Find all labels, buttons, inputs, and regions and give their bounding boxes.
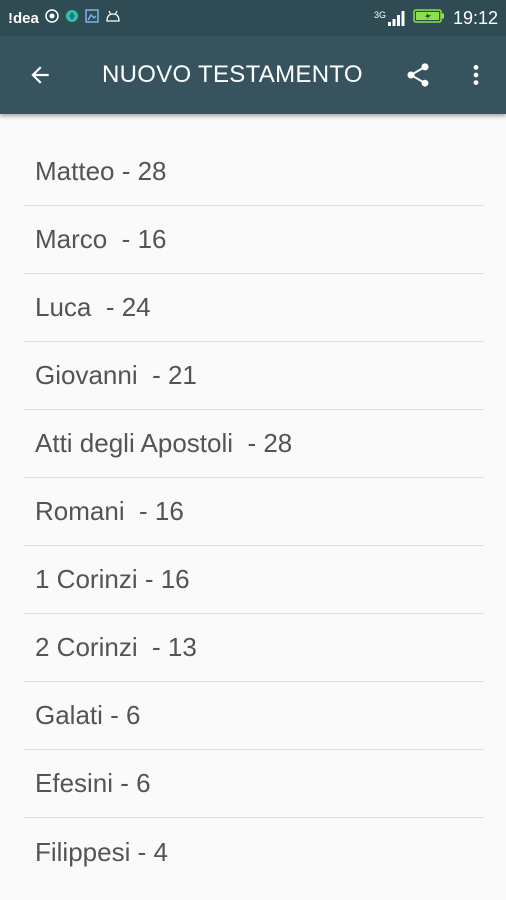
share-icon xyxy=(407,63,429,87)
book-label: Giovanni - 21 xyxy=(35,360,197,390)
book-item-filippesi[interactable]: Filippesi - 4 xyxy=(24,818,484,886)
status-right: 3G 19:12 xyxy=(374,8,498,29)
network-type-label: 3G xyxy=(373,10,386,20)
arrow-back-icon xyxy=(31,66,49,84)
book-item-matteo[interactable]: Matteo - 28 xyxy=(24,138,484,206)
location-icon xyxy=(45,8,59,28)
battery-icon xyxy=(413,8,445,29)
status-left: !dea xyxy=(8,8,121,28)
book-list: Matteo - 28 Marco - 16 Luca - 24 Giovann… xyxy=(24,138,484,886)
book-label: Atti degli Apostoli - 28 xyxy=(35,428,293,458)
image-notification-icon xyxy=(85,8,99,28)
book-item-luca[interactable]: Luca - 24 xyxy=(24,274,484,342)
app-toolbar: NUOVO TESTAMENTO xyxy=(0,36,506,114)
book-label: Matteo - 28 xyxy=(35,156,167,186)
book-item-galati[interactable]: Galati - 6 xyxy=(24,682,484,750)
book-item-efesini[interactable]: Efesini - 6 xyxy=(24,750,484,818)
book-label: 1 Corinzi - 16 xyxy=(35,564,190,594)
book-item-marco[interactable]: Marco - 16 xyxy=(24,206,484,274)
app-notification-icon xyxy=(65,9,79,28)
page-title: NUOVO TESTAMENTO xyxy=(102,61,363,88)
book-label: 2 Corinzi - 13 xyxy=(35,632,197,662)
book-label: Filippesi - 4 xyxy=(35,836,168,867)
android-icon xyxy=(105,9,121,27)
book-item-romani[interactable]: Romani - 16 xyxy=(24,478,484,546)
book-item-giovanni[interactable]: Giovanni - 21 xyxy=(24,342,484,410)
clock: 19:12 xyxy=(452,7,498,28)
book-label: Galati - 6 xyxy=(35,700,141,730)
book-label: Romani - 16 xyxy=(35,496,184,526)
book-label: Luca - 24 xyxy=(35,292,151,322)
more-options-button[interactable] xyxy=(456,36,496,114)
signal-icon: 3G xyxy=(374,10,405,26)
book-item-1-corinzi[interactable]: 1 Corinzi - 16 xyxy=(24,546,484,614)
book-label: Efesini - 6 xyxy=(35,768,151,798)
book-item-2-corinzi[interactable]: 2 Corinzi - 13 xyxy=(24,614,484,682)
share-button[interactable] xyxy=(396,36,440,114)
book-item-atti[interactable]: Atti degli Apostoli - 28 xyxy=(24,410,484,478)
more-vert-icon xyxy=(473,65,479,85)
carrier-label: !dea xyxy=(8,9,39,27)
back-button[interactable] xyxy=(8,36,72,114)
book-label: Marco - 16 xyxy=(35,224,167,254)
status-bar: !dea 3G 19:12 xyxy=(0,0,506,36)
